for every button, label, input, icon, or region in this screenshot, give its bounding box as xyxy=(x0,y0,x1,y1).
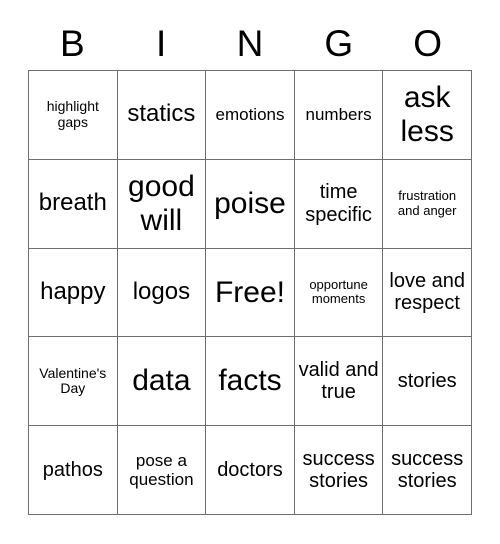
bingo-cell[interactable]: frustration and anger xyxy=(383,159,472,249)
bingo-cell[interactable]: time specific xyxy=(294,159,384,249)
bingo-cell[interactable]: facts xyxy=(206,337,295,427)
header-letter-i: I xyxy=(156,23,167,64)
bingo-cell[interactable]: poise xyxy=(206,159,295,249)
bingo-card: B I N G O highlight gaps statics emotion… xyxy=(0,0,500,544)
bingo-cell[interactable]: opportune moments xyxy=(294,248,384,338)
bingo-cell[interactable]: logos xyxy=(117,248,207,338)
bingo-free-cell[interactable]: Free! xyxy=(206,248,295,338)
header-letter-g: G xyxy=(324,23,354,64)
bingo-cell[interactable]: valid and true xyxy=(294,337,384,427)
bingo-cell[interactable]: doctors xyxy=(206,426,295,515)
header-letter-n: N xyxy=(236,23,264,64)
bingo-cell[interactable]: success stories xyxy=(294,426,384,515)
bingo-cell[interactable]: highlight gaps xyxy=(29,71,118,160)
bingo-cell[interactable]: data xyxy=(117,337,207,427)
header-letter-o: O xyxy=(413,23,442,64)
bingo-cell[interactable]: good will xyxy=(117,159,207,249)
bingo-cell[interactable]: happy xyxy=(29,248,118,338)
bingo-header: B I N G O xyxy=(28,18,472,70)
bingo-cell[interactable]: numbers xyxy=(294,71,384,160)
bingo-cell[interactable]: success stories xyxy=(383,426,472,515)
bingo-cell[interactable]: emotions xyxy=(206,71,295,160)
bingo-cell[interactable]: breath xyxy=(29,159,118,249)
bingo-cell[interactable]: pathos xyxy=(29,426,118,515)
bingo-cell[interactable]: love and respect xyxy=(383,248,472,338)
bingo-cell[interactable]: Valentine's Day xyxy=(29,337,118,427)
bingo-cell[interactable]: ask less xyxy=(383,71,472,160)
header-letter-b: B xyxy=(60,23,85,64)
bingo-grid: highlight gaps statics emotions numbers … xyxy=(28,70,472,515)
bingo-cell[interactable]: pose a question xyxy=(117,426,207,515)
bingo-cell[interactable]: statics xyxy=(117,71,207,160)
bingo-cell[interactable]: stories xyxy=(383,337,472,427)
